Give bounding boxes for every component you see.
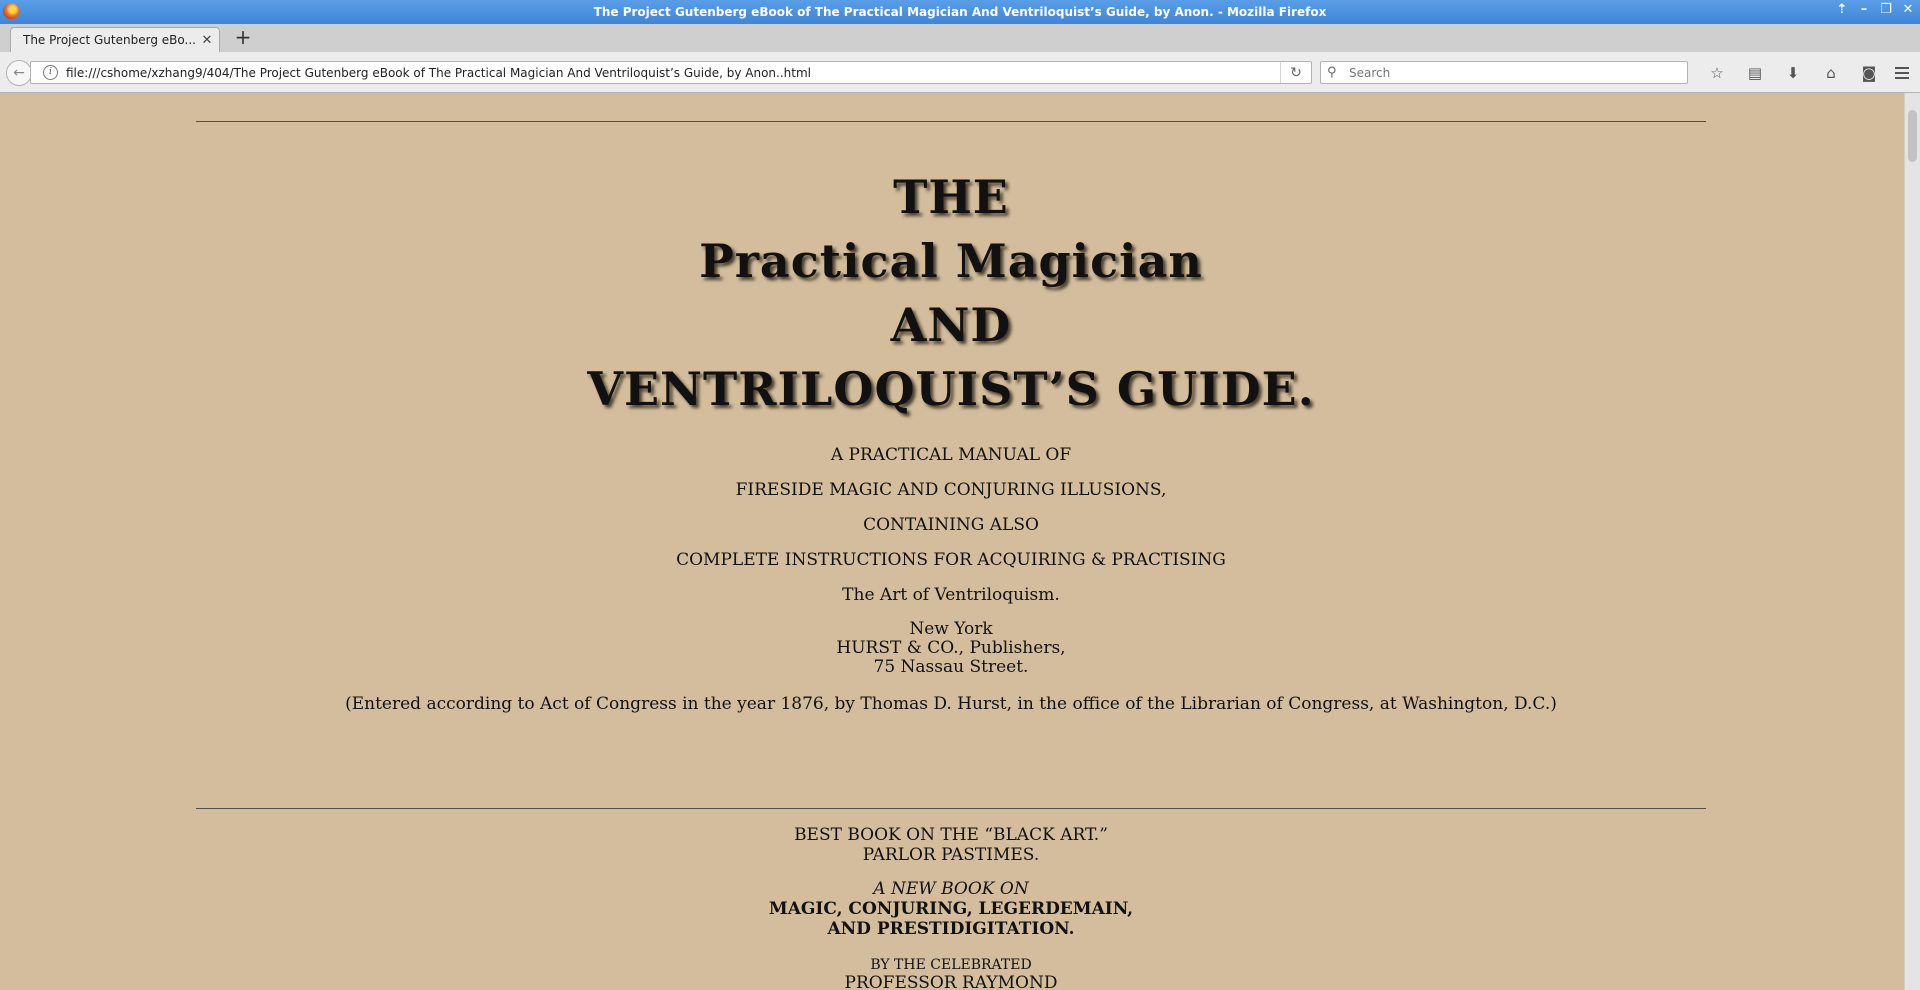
title-line-practical-magician: Practical Magician	[699, 234, 1203, 288]
subtitle-1: A PRACTICAL MANUAL OF	[830, 445, 1072, 465]
window-minimize-button[interactable]: –	[1856, 2, 1872, 17]
copyright-notice: (Entered according to Act of Congress in…	[345, 694, 1557, 714]
search-icon: ⚲	[1327, 65, 1337, 80]
site-info-icon[interactable]: i	[43, 65, 58, 80]
tab-strip: The Project Gutenberg eBo... ✕	[0, 24, 1920, 53]
pocket-icon[interactable]: ◙	[1850, 61, 1888, 85]
new-tab-button[interactable]: +	[232, 26, 254, 48]
title-line-the: THE	[893, 170, 1009, 224]
back-button[interactable]: ←	[6, 60, 32, 86]
section-divider	[196, 808, 1706, 809]
search-bar[interactable]: ⚲	[1320, 61, 1688, 84]
subtitle-4: COMPLETE INSTRUCTIONS FOR ACQUIRING & PR…	[676, 550, 1226, 570]
bookmark-star-icon[interactable]: ☆	[1698, 61, 1736, 85]
window-raise-button[interactable]: ⇡	[1834, 2, 1850, 17]
ad-line-black-art: BEST BOOK ON THE “BLACK ART.”	[794, 825, 1108, 845]
ad-topics-line2: AND PRESTIDIGITATION.	[827, 919, 1075, 939]
window-titlebar: The Project Gutenberg eBook of The Pract…	[0, 0, 1920, 24]
title-line-and: AND	[890, 298, 1012, 352]
toolbar-icons: ☆ ▤ ⬇ ⌂ ◙	[1698, 61, 1888, 85]
navigation-toolbar: ← i file:///cshome/xzhang9/404/The Proje…	[0, 52, 1920, 93]
firefox-logo-icon	[3, 3, 19, 19]
window-close-button[interactable]: ✕	[1900, 2, 1916, 17]
hamburger-menu-icon[interactable]	[1890, 62, 1914, 84]
url-text[interactable]: file:///cshome/xzhang9/404/The Project G…	[66, 66, 1280, 80]
reload-button[interactable]: ↻	[1280, 62, 1311, 83]
tab-title: The Project Gutenberg eBo...	[23, 33, 196, 47]
imprint-publisher: HURST & CO., Publishers,	[836, 638, 1066, 658]
page-content: THE Practical Magician AND VENTRILOQUIST…	[0, 93, 1904, 990]
title-line-ventriloquist: VENTRILOQUIST’S GUIDE.	[587, 362, 1315, 416]
ad-topics-line1: MAGIC, CONJURING, LEGERDEMAIN,	[768, 899, 1134, 919]
url-bar[interactable]: i file:///cshome/xzhang9/404/The Project…	[30, 61, 1312, 84]
top-divider	[196, 121, 1706, 122]
page-scrollbar[interactable]	[1904, 93, 1920, 990]
ad-new-book: A NEW BOOK ON	[873, 879, 1029, 899]
search-input[interactable]	[1347, 64, 1687, 81]
scrollbar-thumb[interactable]	[1908, 110, 1917, 162]
tab-close-icon[interactable]: ✕	[199, 33, 215, 48]
book-title: THE Practical Magician AND VENTRILOQUIST…	[196, 165, 1706, 421]
tab-gutenberg[interactable]: The Project Gutenberg eBo... ✕	[10, 27, 220, 52]
ad-line-parlor-pastimes: PARLOR PASTIMES.	[862, 845, 1040, 865]
download-icon[interactable]: ⬇	[1774, 61, 1812, 85]
reading-list-icon[interactable]: ▤	[1736, 61, 1774, 85]
subtitle-2: FIRESIDE MAGIC AND CONJURING ILLUSIONS,	[735, 480, 1167, 500]
ad-author: PROFESSOR RAYMOND	[844, 973, 1058, 990]
ad-heading: BEST BOOK ON THE “BLACK ART.” PARLOR PAS…	[196, 825, 1706, 865]
ad-by: BY THE CELEBRATED	[870, 957, 1032, 973]
imprint: New York HURST & CO., Publishers, 75 Nas…	[196, 620, 1706, 677]
imprint-address: 75 Nassau Street.	[873, 657, 1029, 677]
imprint-city: New York	[909, 619, 993, 639]
home-icon[interactable]: ⌂	[1812, 61, 1850, 85]
window-title: The Project Gutenberg eBook of The Pract…	[593, 5, 1327, 19]
ad-topics: MAGIC, CONJURING, LEGERDEMAIN, AND PREST…	[196, 899, 1706, 939]
subtitle-5: The Art of Ventriloquism.	[842, 585, 1060, 605]
window-controls: ⇡ – ❐ ✕	[1834, 2, 1916, 17]
window-maximize-button[interactable]: ❐	[1878, 2, 1894, 17]
subtitle-3: CONTAINING ALSO	[863, 515, 1039, 535]
